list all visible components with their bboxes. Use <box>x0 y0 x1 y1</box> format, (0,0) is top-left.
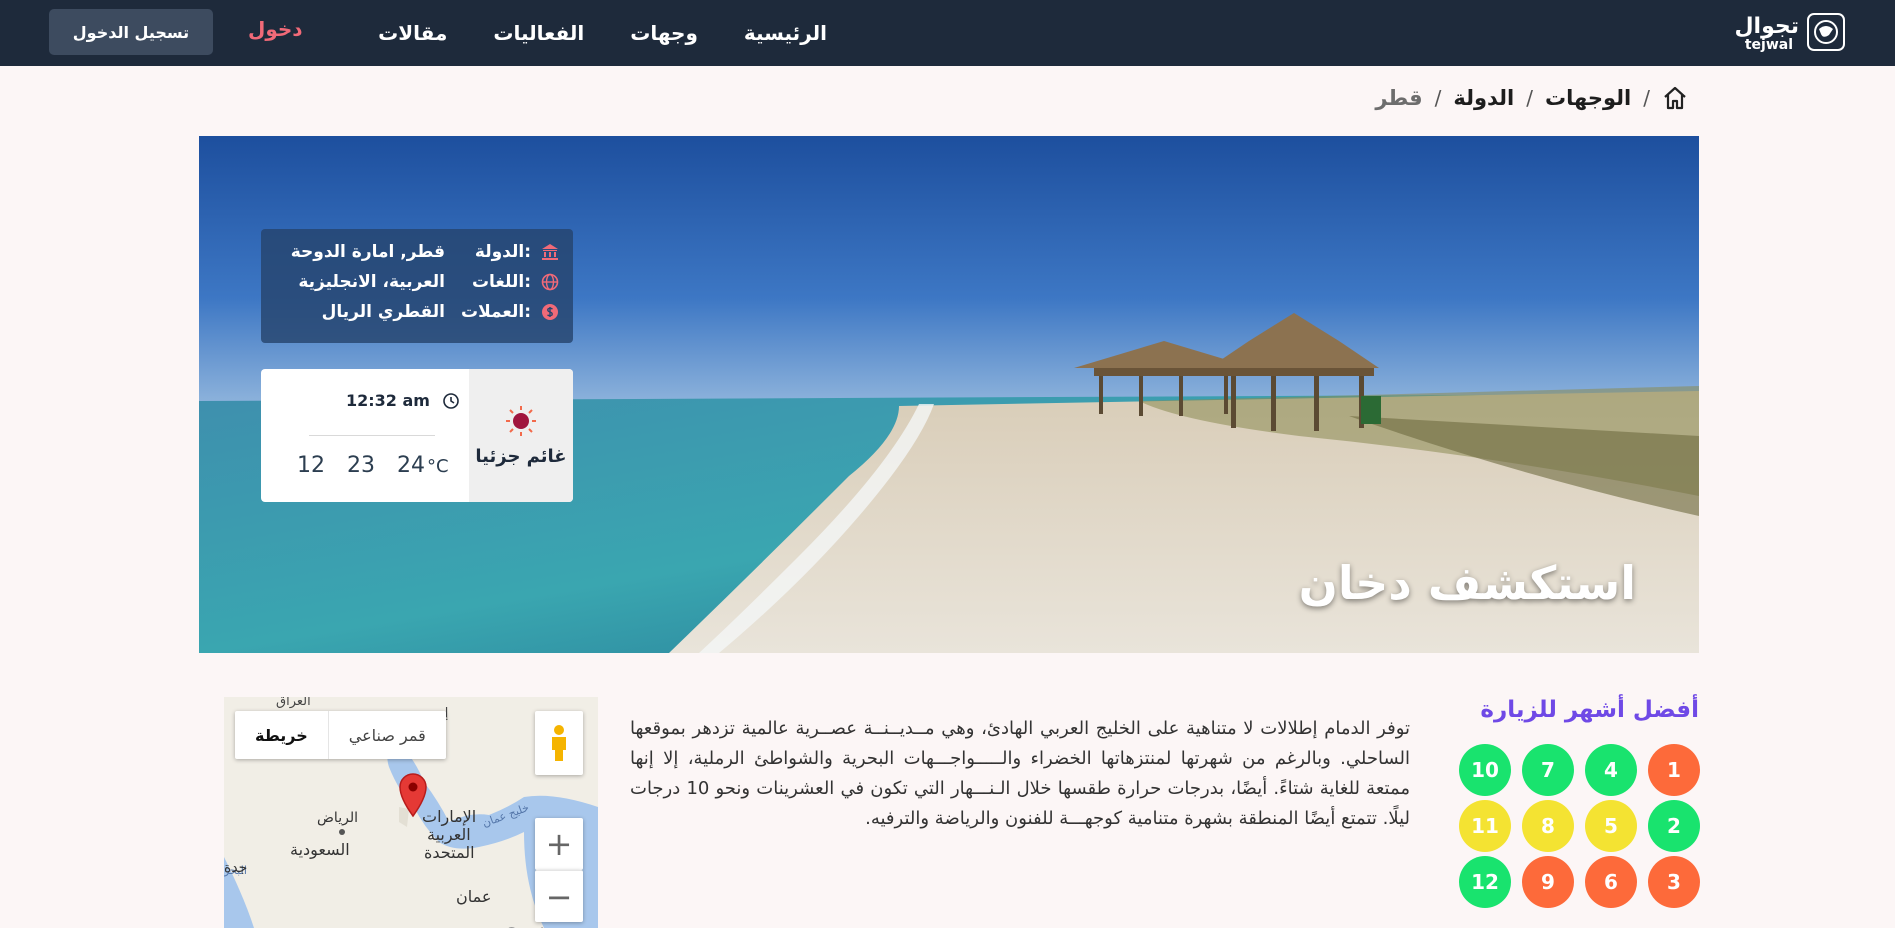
weather-divider <box>309 435 435 436</box>
map-pin-icon[interactable] <box>396 770 430 818</box>
breadcrumb-separator: / <box>1643 86 1650 110</box>
main-nav: الرئيسية وجهات الفعاليات مقالات <box>378 0 827 66</box>
best-months-title: أفضل أشهر للزيارة <box>1480 697 1699 723</box>
info-value: قطر, امارة الدوحة <box>290 242 445 262</box>
breadcrumb-country[interactable]: الدولة <box>1453 86 1514 110</box>
logo-wordmark: تجوال <box>1734 14 1800 39</box>
map-label-uae: المتحدة <box>424 843 475 862</box>
nav-events[interactable]: الفعاليات <box>493 21 584 45</box>
weather-widget: غائم جزئيا 12:32 am 12 23 24 °C <box>261 369 573 502</box>
tejwal-logo[interactable]: تجوال tejwal <box>1725 13 1845 53</box>
weather-condition: غائم جزئيا <box>475 446 567 467</box>
home-icon[interactable] <box>1662 85 1688 111</box>
map-label-uae: الإمارات <box>422 807 477 826</box>
hero-banner: الدولة: قطر, امارة الدوحة اللغات: العربي… <box>199 136 1699 653</box>
temp-unit: °C <box>427 456 449 477</box>
breadcrumb-separator: / <box>1434 86 1442 110</box>
breadcrumb-destinations[interactable]: الوجهات <box>1545 86 1631 110</box>
register-button[interactable]: تسجيل الدخول <box>49 9 213 55</box>
month-circle[interactable]: 11 <box>1459 800 1511 852</box>
map-label-uae: العربية <box>427 825 471 844</box>
info-label: اللغات: <box>471 272 531 292</box>
destination-description: توفر الدمام إطلالات لا متناهية على الخلي… <box>630 718 1410 829</box>
info-row-languages: اللغات: العربية، الانجليزية <box>273 267 561 297</box>
temp-min: 12 <box>297 453 325 478</box>
temp-current: 24 °C <box>397 453 449 478</box>
info-row-country: الدولة: قطر, امارة الدوحة <box>273 237 561 267</box>
weather-condition-panel: غائم جزئيا <box>469 369 573 502</box>
map-label-riyadh: الرياض <box>317 810 358 826</box>
logo-subtitle: tejwal <box>1744 37 1793 53</box>
clock-icon <box>443 392 459 409</box>
month-circle[interactable]: 2 <box>1648 800 1700 852</box>
info-label: الدولة: <box>474 242 531 262</box>
breadcrumb: / الوجهات / الدولة / قطر <box>1375 83 1688 113</box>
month-circle[interactable]: 7 <box>1522 744 1574 796</box>
month-circle[interactable]: 4 <box>1585 744 1637 796</box>
zoom-in-button[interactable]: + <box>535 818 583 870</box>
zoom-out-button[interactable]: − <box>535 870 583 922</box>
breadcrumb-current: قطر <box>1375 86 1423 110</box>
best-months-grid: 1 4 7 10 2 5 8 11 3 6 9 12 <box>1459 744 1700 908</box>
nav-destinations[interactable]: وجهات <box>630 21 698 45</box>
globe-plane-icon <box>1807 13 1845 51</box>
map-label-oman: عمان <box>456 887 492 906</box>
hero-title: استكشف دخان <box>1298 556 1636 610</box>
info-label: العملات: <box>460 302 531 322</box>
street-view-pegman-icon[interactable] <box>535 711 583 775</box>
weather-time: 12:32 am <box>346 391 460 410</box>
sun-icon <box>506 406 536 436</box>
month-circle[interactable]: 5 <box>1585 800 1637 852</box>
map-type-satellite-button[interactable]: قمر صناعي <box>329 711 446 759</box>
map-label-saudi: السعودية <box>290 840 350 859</box>
globe-icon <box>539 271 561 293</box>
info-value: القطري الريال <box>321 302 445 322</box>
breadcrumb-separator: / <box>1526 86 1533 110</box>
map-type-control: خريطة قمر صناعي <box>235 711 446 759</box>
top-navbar: تجوال tejwal الرئيسية وجهات الفعاليات مق… <box>0 0 1895 66</box>
map-label-jeddah: جدة <box>224 860 248 876</box>
month-circle[interactable]: 6 <box>1585 856 1637 908</box>
info-value: العربية، الانجليزية <box>298 272 445 292</box>
month-circle[interactable]: 12 <box>1459 856 1511 908</box>
info-row-currency: العملات: القطري الريال <box>273 297 561 327</box>
month-circle[interactable]: 3 <box>1648 856 1700 908</box>
temp-feels: 23 <box>347 453 375 478</box>
month-circle[interactable]: 8 <box>1522 800 1574 852</box>
country-info-box: الدولة: قطر, امارة الدوحة اللغات: العربي… <box>261 229 573 343</box>
location-map[interactable]: العراق إير خليج عمان البحر Google الرياض… <box>224 697 598 928</box>
bank-icon <box>539 241 561 263</box>
temperature-row: 12 23 24 °C <box>297 453 449 478</box>
login-link[interactable]: دخول <box>248 17 303 41</box>
nav-home[interactable]: الرئيسية <box>744 21 827 45</box>
month-circle[interactable]: 10 <box>1459 744 1511 796</box>
nav-articles[interactable]: مقالات <box>378 21 447 45</box>
time-value: 12:32 am <box>346 391 430 410</box>
map-type-map-button[interactable]: خريطة <box>235 711 329 759</box>
currency-icon <box>539 301 561 323</box>
month-circle[interactable]: 1 <box>1648 744 1700 796</box>
month-circle[interactable]: 9 <box>1522 856 1574 908</box>
svg-text:العراق: العراق <box>276 697 311 709</box>
